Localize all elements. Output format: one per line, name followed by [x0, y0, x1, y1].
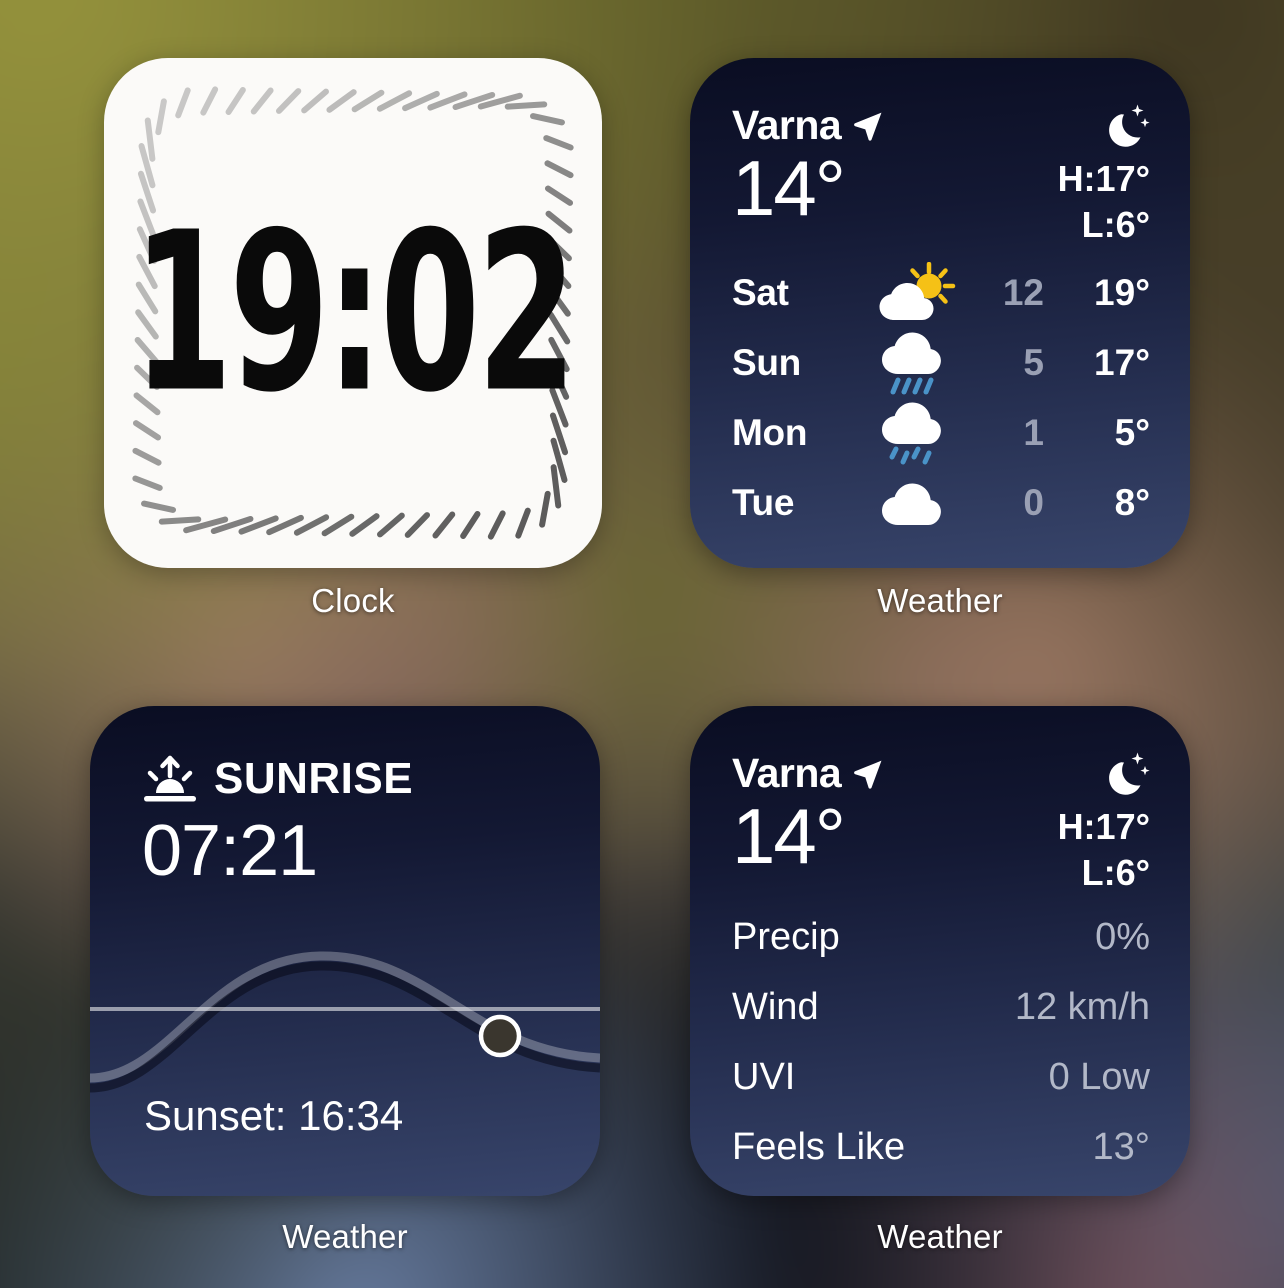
- forecast-day: Mon: [732, 412, 808, 454]
- detail-current-row: 14° H:17° L:6°: [732, 792, 1150, 896]
- forecast-day-high: 5°: [1114, 412, 1150, 454]
- detail-city-row: Varna: [732, 750, 885, 797]
- forecast-precip: 1: [1023, 412, 1044, 454]
- detail-value: 0%: [1095, 915, 1150, 958]
- weather-detail-widget[interactable]: Varna 14° H:17° L:6° Precip 0% Wind 12 k…: [690, 706, 1190, 1196]
- detail-high: H:17°: [1057, 806, 1150, 847]
- detail-label: UVI: [732, 1055, 796, 1098]
- widget-grid: 19:02 Clock Varna 14° H:17° L:6° Sat 12 …: [0, 0, 1284, 1288]
- cloudy-icon: [860, 475, 970, 531]
- forecast-day-high: 17°: [1094, 342, 1150, 384]
- detail-value: 12 km/h: [1014, 985, 1150, 1028]
- weather-forecast-widget-caption: Weather: [877, 582, 1003, 619]
- forecast-day: Sat: [732, 272, 789, 314]
- forecast-precip: 0: [1023, 482, 1044, 524]
- location-arrow-icon: [851, 109, 885, 143]
- detail-rows: Precip 0% Wind 12 km/h UVI 0 Low Feels L…: [732, 902, 1150, 1182]
- rain-icon: [860, 330, 970, 396]
- sunrise-title-row: SUNRISE: [142, 754, 560, 804]
- detail-value: 13°: [1092, 1125, 1150, 1168]
- forecast-row: Mon 1 5°: [732, 398, 1150, 468]
- moon-stars-icon: [1094, 102, 1150, 152]
- forecast-precip: 12: [1002, 272, 1044, 314]
- forecast-row: Tue 0 8°: [732, 468, 1150, 538]
- sunset-time: Sunset: 16:34: [144, 1092, 404, 1139]
- clock-widget-caption: Clock: [311, 582, 395, 619]
- weather-forecast-widget[interactable]: Varna 14° H:17° L:6° Sat 12 19° Sun 5 17…: [690, 58, 1190, 568]
- detail-row: Precip 0%: [732, 902, 1150, 972]
- weather-detail-widget-caption: Weather: [877, 1218, 1003, 1255]
- forecast-city-row: Varna: [732, 102, 885, 149]
- forecast-low: L:6°: [1081, 204, 1150, 246]
- forecast-high-low: H:17° L:6°: [1058, 148, 1150, 248]
- detail-city-name: Varna: [732, 750, 842, 796]
- forecast-precip: 5: [1023, 342, 1044, 384]
- sunrise-icon: [142, 755, 198, 803]
- location-arrow-icon: [851, 757, 885, 791]
- forecast-high: H:17°: [1057, 158, 1150, 199]
- sunrise-widget[interactable]: SUNRISE 07:21 Sunset: 16:34: [90, 706, 600, 1196]
- moon-stars-icon: [1094, 750, 1150, 800]
- forecast-row: Sun 5 17°: [732, 328, 1150, 398]
- detail-label: Feels Like: [732, 1125, 906, 1168]
- detail-current-temp: 14°: [732, 792, 846, 880]
- sunrise-time: 07:21: [142, 811, 318, 891]
- detail-row: Wind 12 km/h: [732, 972, 1150, 1042]
- sunrise-title: SUNRISE: [214, 754, 414, 803]
- detail-row: UVI 0 Low: [732, 1042, 1150, 1112]
- detail-label: Wind: [732, 985, 819, 1028]
- forecast-row: Sat 12 19°: [732, 258, 1150, 328]
- forecast-city-name: Varna: [732, 102, 842, 148]
- forecast-day: Sun: [732, 342, 801, 384]
- detail-high-low: H:17° L:6°: [1058, 796, 1150, 896]
- partly-cloudy-day-icon: [860, 262, 970, 324]
- detail-label: Precip: [732, 915, 840, 958]
- forecast-rows: Sat 12 19° Sun 5 17° Mon 1 5° Tue 0 8°: [732, 258, 1150, 538]
- forecast-current-row: 14° H:17° L:6°: [732, 144, 1150, 248]
- clock-widget[interactable]: 19:02: [104, 58, 602, 568]
- detail-low: L:6°: [1081, 852, 1150, 894]
- forecast-day: Tue: [732, 482, 795, 524]
- forecast-current-temp: 14°: [732, 144, 846, 232]
- sunrise-widget-caption: Weather: [282, 1218, 408, 1255]
- rain-icon: [860, 400, 970, 466]
- detail-row: Feels Like 13°: [732, 1112, 1150, 1182]
- forecast-day-high: 8°: [1114, 482, 1150, 524]
- clock-time-text: 19:02: [132, 184, 577, 441]
- detail-value: 0 Low: [1048, 1055, 1150, 1098]
- forecast-day-high: 19°: [1094, 272, 1150, 314]
